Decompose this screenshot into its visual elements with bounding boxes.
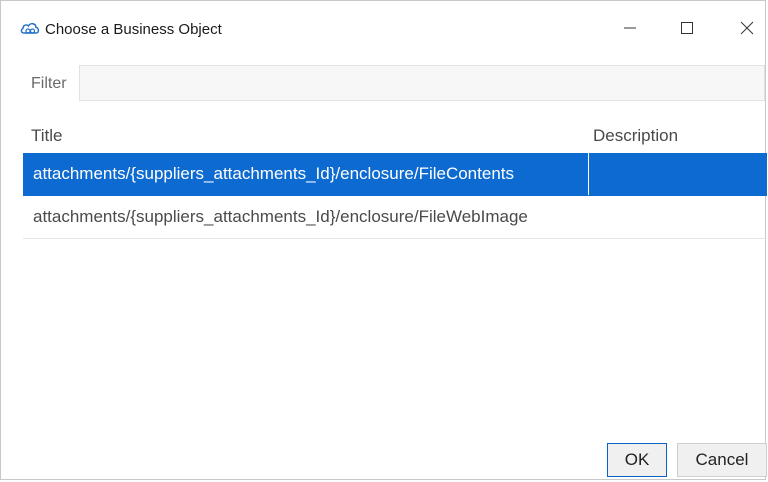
- minimize-button[interactable]: [613, 15, 647, 45]
- dialog-title: Choose a Business Object: [45, 21, 222, 38]
- business-object-table: Title Description attachments/{suppliers…: [23, 113, 767, 239]
- table-header: Title Description: [23, 113, 767, 153]
- table-row[interactable]: attachments/{suppliers_attachments_Id}/e…: [23, 153, 767, 196]
- filter-label: Filter: [31, 75, 67, 92]
- ok-button[interactable]: OK: [607, 443, 667, 477]
- maximize-button[interactable]: [670, 15, 704, 45]
- close-icon: [740, 21, 754, 40]
- minimize-icon: [623, 21, 637, 40]
- column-header-description[interactable]: Description: [593, 126, 678, 146]
- row-description: [588, 153, 767, 195]
- row-description: [588, 196, 767, 238]
- maximize-icon: [680, 21, 694, 40]
- choose-business-object-dialog: Choose a Business Object Filter Title De…: [0, 0, 767, 480]
- filter-input[interactable]: [79, 65, 765, 101]
- table-row[interactable]: attachments/{suppliers_attachments_Id}/e…: [23, 196, 767, 239]
- row-title: attachments/{suppliers_attachments_Id}/e…: [33, 164, 514, 183]
- cloud-link-icon: [19, 20, 41, 38]
- row-title: attachments/{suppliers_attachments_Id}/e…: [33, 207, 528, 226]
- close-button[interactable]: [730, 15, 764, 45]
- title-bar: Choose a Business Object: [1, 1, 765, 53]
- column-header-title[interactable]: Title: [31, 126, 63, 146]
- cancel-button[interactable]: Cancel: [677, 443, 767, 477]
